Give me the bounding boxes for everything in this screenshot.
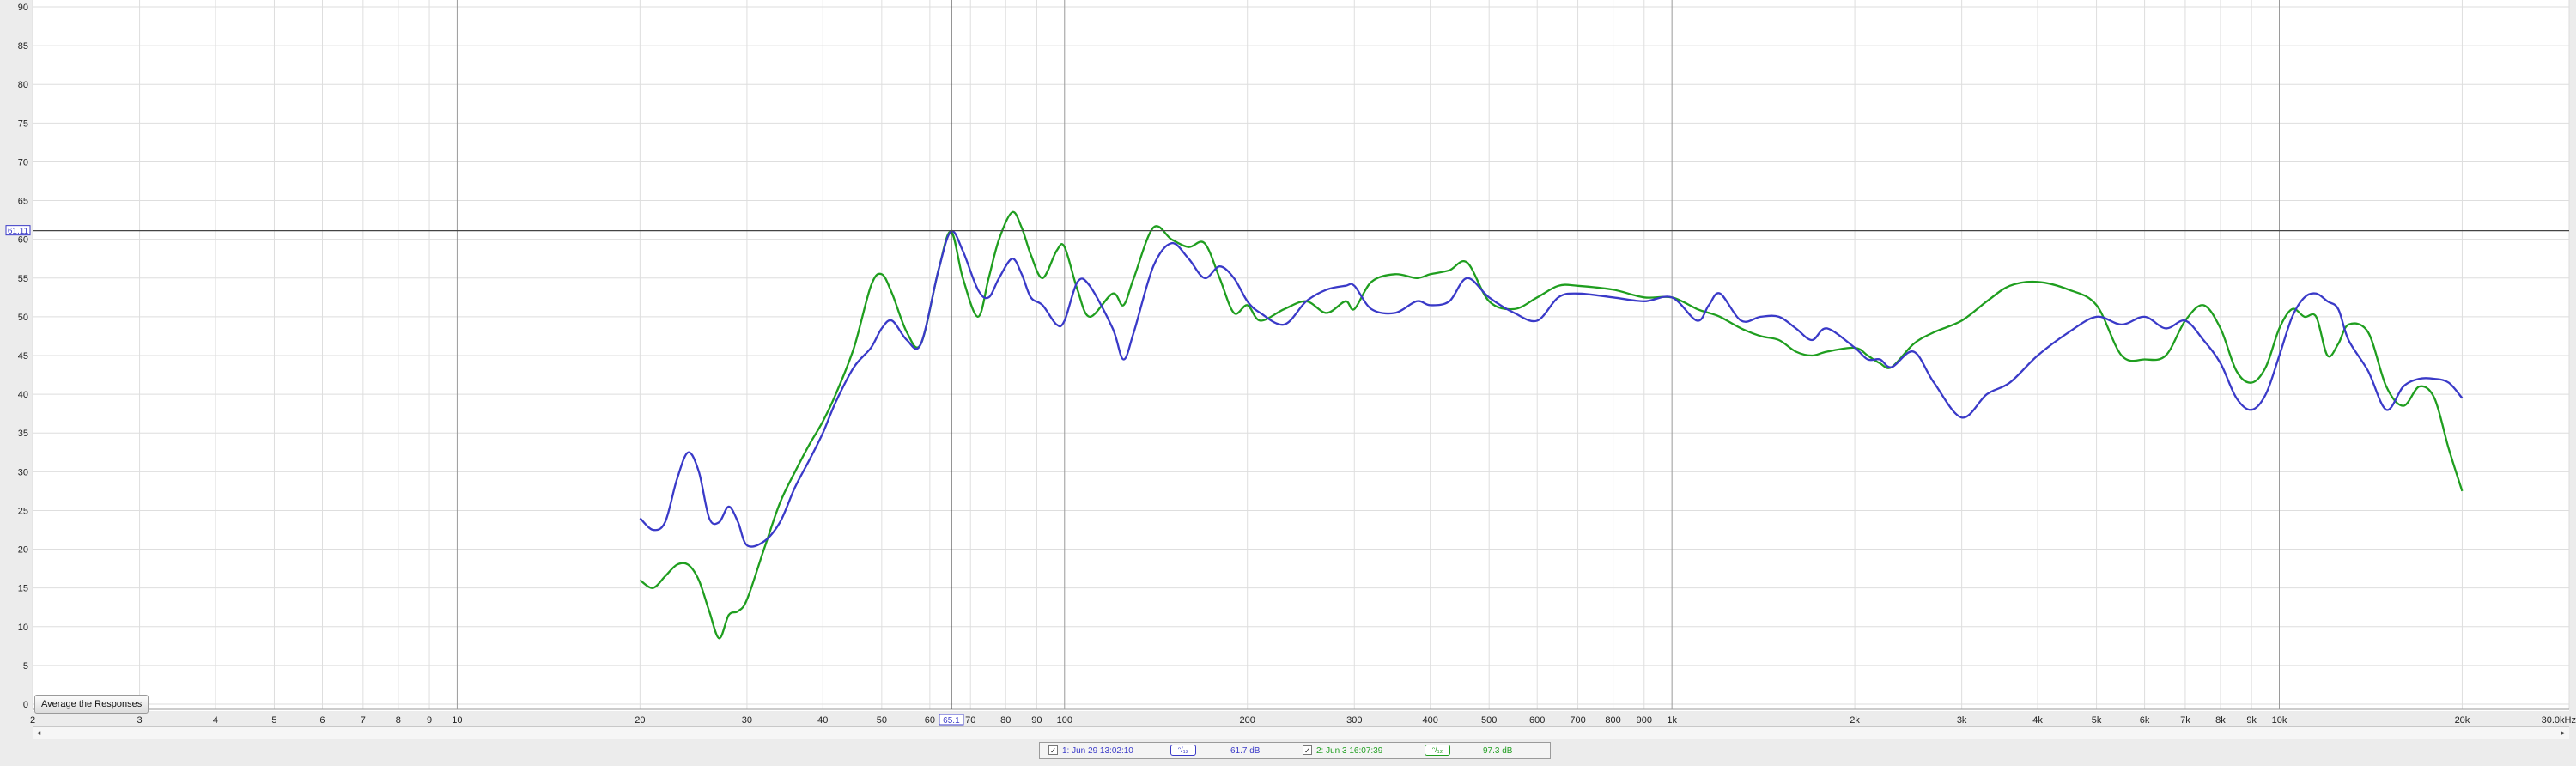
y-tick-label: 85 xyxy=(18,41,28,52)
y-tick-label: 80 xyxy=(18,80,28,90)
x-tick-label: 600 xyxy=(1529,715,1545,726)
y-tick-label: 75 xyxy=(18,119,28,129)
x-tick-label: 30 xyxy=(742,715,752,726)
cursor-x-label: 65.1 xyxy=(943,716,960,726)
x-tick-label: 300 xyxy=(1346,715,1362,726)
x-tick-label: 6 xyxy=(319,715,325,726)
x-tick-label: 9k xyxy=(2246,715,2257,726)
x-tick-label: 10k xyxy=(2272,715,2287,726)
y-tick-label: 45 xyxy=(18,351,28,362)
x-tick-label: 8 xyxy=(396,715,401,726)
x-tick-label: 700 xyxy=(1570,715,1585,726)
x-tick-label: 5k xyxy=(2092,715,2102,726)
x-tick-label: 500 xyxy=(1481,715,1497,726)
series-2-smoothing-icon[interactable]: ᵔ/₁₂ xyxy=(1425,745,1450,756)
x-tick-label: 20 xyxy=(635,715,645,726)
x-tick-label: 6k xyxy=(2140,715,2150,726)
x-tick-label: 2 xyxy=(30,715,35,726)
series-1-label: 1: Jun 29 13:02:10 xyxy=(1062,746,1133,756)
x-tick-label: 400 xyxy=(1422,715,1437,726)
x-tick-label: 8k xyxy=(2215,715,2226,726)
x-tick-label: 2k xyxy=(1850,715,1860,726)
series-2-level: 97.3 dB xyxy=(1483,746,1513,756)
series-2-label: 2: Jun 3 16:07:39 xyxy=(1316,746,1383,756)
series-2-checkbox[interactable]: ✓ xyxy=(1303,745,1312,755)
y-tick-label: 70 xyxy=(18,157,28,167)
scroll-right-arrow-icon[interactable]: ▸ xyxy=(2557,727,2569,739)
y-tick-label: 25 xyxy=(18,506,28,516)
y-tick-label: 30 xyxy=(18,467,28,477)
x-tick-label: 7 xyxy=(361,715,366,726)
x-tick-label: 4k xyxy=(2032,715,2043,726)
x-tick-label: 80 xyxy=(1000,715,1011,726)
y-tick-label: 0 xyxy=(23,700,28,710)
x-axis-ticks: 2 3 4 5 6 7 8 9 10 20 30 40 50 60 70 80 90 100 200 300 400 50… xyxy=(30,715,2576,726)
y-tick-label: 15 xyxy=(18,584,28,594)
average-responses-button[interactable]: Average the Responses xyxy=(34,695,149,714)
frequency-response-chart[interactable]: 051015202530354045505560657075808590 234… xyxy=(0,0,2576,766)
x-tick-label: 100 xyxy=(1057,715,1072,726)
x-tick-label: 900 xyxy=(1637,715,1652,726)
legend: ✓ 1: Jun 29 13:02:10 ᵔ/₁₂ 61.7 dB ✓ 2: J… xyxy=(1039,742,1551,759)
scroll-left-arrow-icon[interactable]: ◂ xyxy=(33,727,45,739)
x-tick-label: 60 xyxy=(925,715,935,726)
y-tick-label: 40 xyxy=(18,390,28,400)
cursor-y-label: 61.11 xyxy=(8,227,29,236)
x-tick-label: 1k xyxy=(1667,715,1677,726)
x-tick-label: 800 xyxy=(1605,715,1620,726)
x-tick-label: 9 xyxy=(427,715,432,726)
series-1-smoothing-icon[interactable]: ᵔ/₁₂ xyxy=(1170,745,1196,756)
y-axis-ticks: 0 5 10 15 20 25 30 35 40 45 50 55 60 65 70 75 80 85 90 xyxy=(18,3,28,710)
x-tick-label: 200 xyxy=(1240,715,1255,726)
y-tick-label: 5 xyxy=(23,661,28,672)
series-1-level: 61.7 dB xyxy=(1230,746,1261,756)
x-tick-label: 40 xyxy=(817,715,828,726)
y-tick-label: 35 xyxy=(18,429,28,439)
y-tick-label: 55 xyxy=(18,274,28,284)
series-1-checkbox[interactable]: ✓ xyxy=(1048,745,1058,755)
horizontal-scrollbar[interactable]: ◂ ▸ xyxy=(33,726,2569,739)
y-tick-label: 90 xyxy=(18,3,28,13)
x-tick-label: 90 xyxy=(1031,715,1042,726)
y-tick-label: 65 xyxy=(18,197,28,207)
y-tick-label: 50 xyxy=(18,313,28,323)
x-tick-label: 10 xyxy=(452,715,462,726)
y-tick-label: 20 xyxy=(18,545,28,556)
x-tick-label: 4 xyxy=(213,715,218,726)
y-tick-label: 60 xyxy=(18,235,28,246)
x-tick-label: 7k xyxy=(2180,715,2190,726)
x-tick-label: 3 xyxy=(137,715,142,726)
x-tick-label: 30.0kHz xyxy=(2542,715,2576,726)
x-tick-label: 20k xyxy=(2455,715,2470,726)
x-tick-label: 70 xyxy=(965,715,975,726)
x-tick-label: 3k xyxy=(1957,715,1967,726)
x-tick-label: 5 xyxy=(271,715,276,726)
y-tick-label: 10 xyxy=(18,623,28,633)
x-tick-label: 50 xyxy=(877,715,887,726)
